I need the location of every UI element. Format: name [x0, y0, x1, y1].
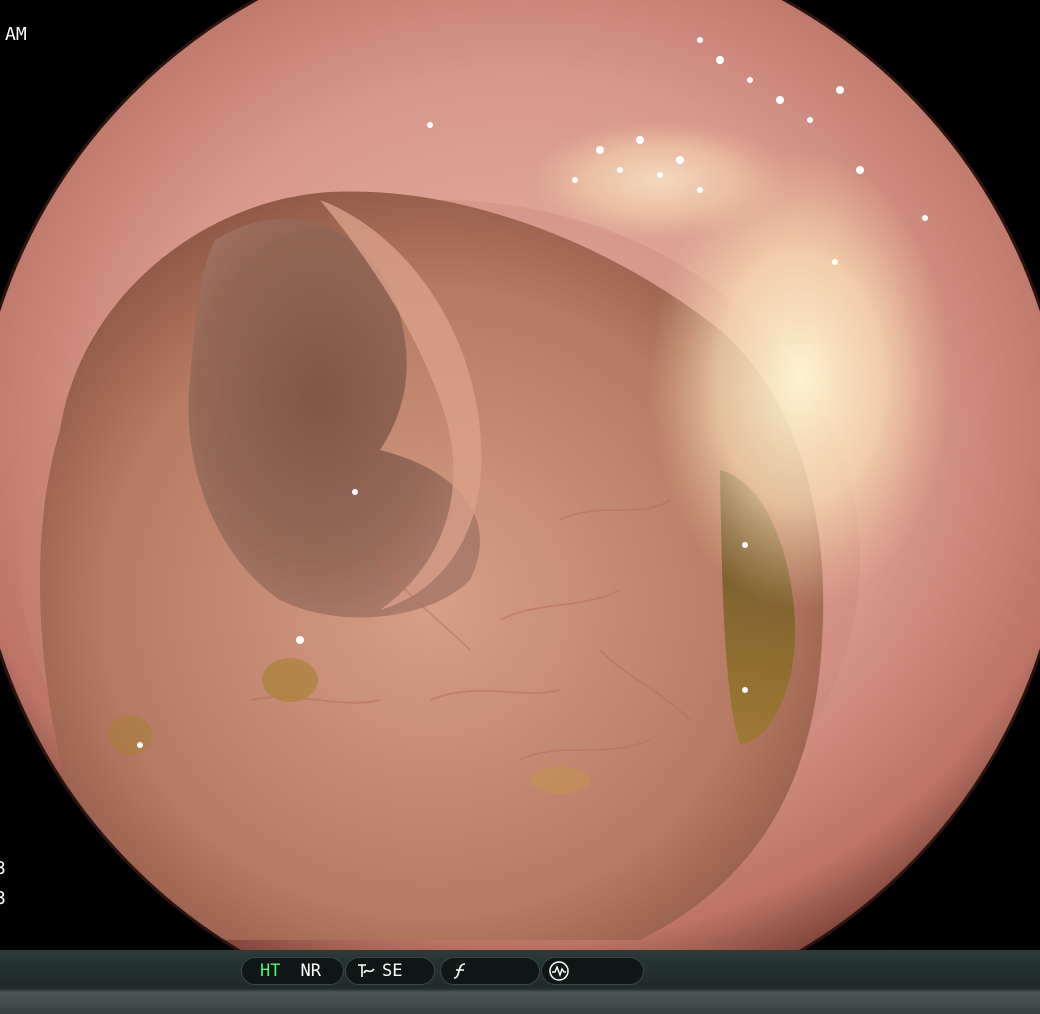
ht-nr-indicator[interactable]: HT NR — [241, 957, 344, 985]
time-suffix-text: AM — [5, 24, 27, 45]
nr-label: NR — [300, 961, 321, 981]
se-label: SE — [382, 961, 403, 981]
structure-enhance-indicator[interactable]: SE — [345, 957, 435, 985]
color-adjust-icon — [453, 963, 466, 979]
left-info-line-2: 3 — [0, 888, 6, 909]
waveform-circle-icon — [549, 961, 569, 981]
endoscopic-image — [0, 0, 1040, 950]
enhancement-curve-icon — [358, 964, 375, 977]
ht-label: HT — [260, 961, 281, 981]
endoscope-screen: AM 3 3 HT NR SE — [0, 0, 1040, 1014]
freeze-indicator[interactable] — [541, 957, 644, 985]
left-info-line-1: 3 — [0, 858, 6, 879]
color-adjust-indicator[interactable] — [440, 957, 540, 985]
